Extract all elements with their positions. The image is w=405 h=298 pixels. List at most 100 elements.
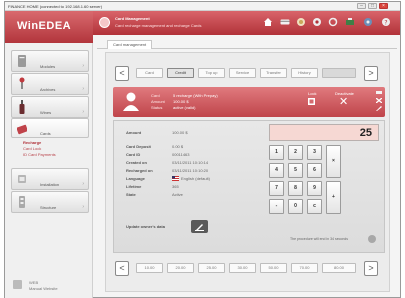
sidebar-item-label: Archives — [40, 87, 56, 92]
strip-item-credit[interactable]: Credit — [167, 68, 194, 78]
bottle-icon — [19, 100, 25, 114]
web-icon — [13, 280, 22, 289]
key-2[interactable]: 2 — [288, 145, 303, 160]
strip-item-card[interactable]: Card — [136, 68, 163, 78]
strip-item-top-up[interactable]: Top up — [198, 68, 225, 78]
key-multiply[interactable]: × — [326, 145, 341, 178]
window-title: FINANCE HOME (connected to 192.168.1.60 … — [8, 4, 103, 9]
sidebar-item-archives[interactable]: Archives › — [11, 73, 89, 95]
chevron-right-icon: › — [82, 63, 84, 69]
preset-amount[interactable]: 70.00 — [291, 263, 318, 273]
card-icon[interactable] — [280, 17, 290, 27]
preset-next-button[interactable]: > — [364, 261, 378, 276]
strip-next-button[interactable]: > — [364, 66, 378, 81]
network-icon[interactable] — [363, 17, 373, 27]
section-header: Card Management Card recharge management… — [93, 11, 400, 35]
sidebar-item-structure[interactable]: Structure › — [11, 191, 89, 213]
edit-owner-icon — [195, 224, 204, 231]
tab-card-management[interactable]: Card management — [107, 40, 153, 49]
section-badge-icon — [99, 17, 110, 28]
sidebar-item-wines[interactable]: Wines › — [11, 96, 89, 118]
money-icon[interactable] — [296, 17, 306, 27]
update-owner-button[interactable] — [191, 220, 208, 233]
strip-item-service[interactable]: Service — [229, 68, 256, 78]
key-9[interactable]: 9 — [307, 181, 322, 196]
home-icon[interactable] — [263, 17, 273, 27]
window-titlebar: FINANCE HOME (connected to 192.168.1.60 … — [5, 2, 400, 11]
edit-icon[interactable] — [376, 106, 382, 111]
created-row-label: Created on — [126, 160, 147, 165]
tab-bar: Card management — [97, 40, 397, 49]
preset-amount[interactable]: 25.00 — [198, 263, 225, 273]
key-1[interactable]: 1 — [269, 145, 284, 160]
key-7[interactable]: 7 — [269, 181, 284, 196]
timer-icon — [368, 235, 376, 243]
settings-icon[interactable] — [312, 17, 322, 27]
strip-item-transfer[interactable]: Transfer — [260, 68, 287, 78]
key-plus[interactable]: + — [326, 181, 341, 214]
strip-item-history[interactable]: History — [291, 68, 318, 78]
help-icon[interactable]: ? — [381, 17, 391, 27]
strip-prev-button[interactable]: < — [115, 66, 129, 81]
state-row-label: State — [126, 192, 136, 197]
footer-web[interactable]: WEB — [29, 280, 38, 285]
card-label: Card — [151, 93, 160, 98]
sidebar-subitem-recharge[interactable]: Recharge — [23, 140, 41, 145]
card-details: Amount 100.00 $ Card Deposit 0.00 $ Card… — [113, 120, 385, 253]
lock-icon[interactable] — [308, 98, 315, 105]
maximize-button[interactable]: □ — [368, 3, 377, 9]
svg-text:?: ? — [384, 19, 387, 26]
preset-amount[interactable]: 30.00 — [229, 263, 256, 273]
sidebar-item-label: Modules — [40, 64, 56, 69]
lock-label: Lock — [308, 91, 317, 96]
sidebar: WinEDEA Modules › Archives › Wines › Car… — [5, 11, 93, 298]
key-8[interactable]: 8 — [288, 181, 303, 196]
minimize-button[interactable]: – — [357, 3, 366, 9]
sidebar-item-label: Installation — [40, 182, 60, 187]
key-3[interactable]: 3 — [307, 145, 322, 160]
sidebar-item-label: Structure — [40, 205, 57, 210]
sidebar-subitem-id-card-payments[interactable]: ID Card Payments — [23, 152, 56, 157]
sidebar-item-label: Wines — [40, 110, 52, 115]
key-6[interactable]: 6 — [307, 163, 322, 178]
sidebar-item-modules[interactable]: Modules › — [11, 50, 89, 72]
key-5[interactable]: 5 — [288, 163, 303, 178]
preset-amount[interactable]: 20.00 — [167, 263, 194, 273]
key-clear[interactable]: c — [307, 199, 322, 214]
sidebar-item-cards[interactable]: Cards — [11, 118, 89, 138]
close-icon[interactable]: ✕ — [339, 95, 348, 108]
key-0[interactable]: 0 — [288, 199, 303, 214]
structure-icon — [19, 196, 25, 208]
section-subtitle: Card recharge management and recharge Ca… — [115, 23, 202, 28]
preset-amount[interactable]: 10.00 — [136, 263, 163, 273]
brand-logo: WinEDEA — [17, 20, 72, 32]
deposit-row-label: Card Deposit — [126, 144, 151, 149]
preset-prev-button[interactable]: < — [115, 261, 129, 276]
state-row-value: Active — [172, 192, 183, 197]
chevron-right-icon: › — [82, 181, 84, 187]
strip-item-empty[interactable] — [322, 68, 356, 78]
brand-header: WinEDEA — [5, 11, 93, 43]
language-row-label: Language — [126, 176, 145, 181]
delete-icon[interactable] — [376, 98, 382, 103]
chevron-right-icon: › — [82, 204, 84, 210]
printer-icon[interactable] — [345, 17, 355, 27]
card-id-row-label: Card ID — [126, 152, 141, 157]
sidebar-subitem-card-lock[interactable]: Card Lock — [23, 146, 41, 151]
card-value: 5 recharge (With Prepay) — [173, 93, 218, 98]
sidebar-item-installation[interactable]: Installation › — [11, 168, 89, 190]
key-4[interactable]: 4 — [269, 163, 284, 178]
preset-amount[interactable]: 50.00 — [260, 263, 287, 273]
preset-amount[interactable]: 80.00 — [322, 263, 356, 273]
print-icon[interactable] — [376, 90, 382, 95]
footer-manual-link[interactable]: Manual Website — [29, 286, 58, 291]
amount-row-label: Amount — [126, 130, 142, 135]
language-row-value: English (default) — [181, 176, 210, 181]
key-minus[interactable]: - — [269, 199, 284, 214]
module-icon — [18, 55, 26, 67]
amount-label: Amount — [151, 99, 165, 104]
wrench-icon — [19, 77, 25, 89]
close-window-button[interactable]: × — [379, 3, 388, 9]
refresh-icon[interactable] — [328, 17, 338, 27]
sidebar-item-label: Cards — [40, 131, 51, 136]
